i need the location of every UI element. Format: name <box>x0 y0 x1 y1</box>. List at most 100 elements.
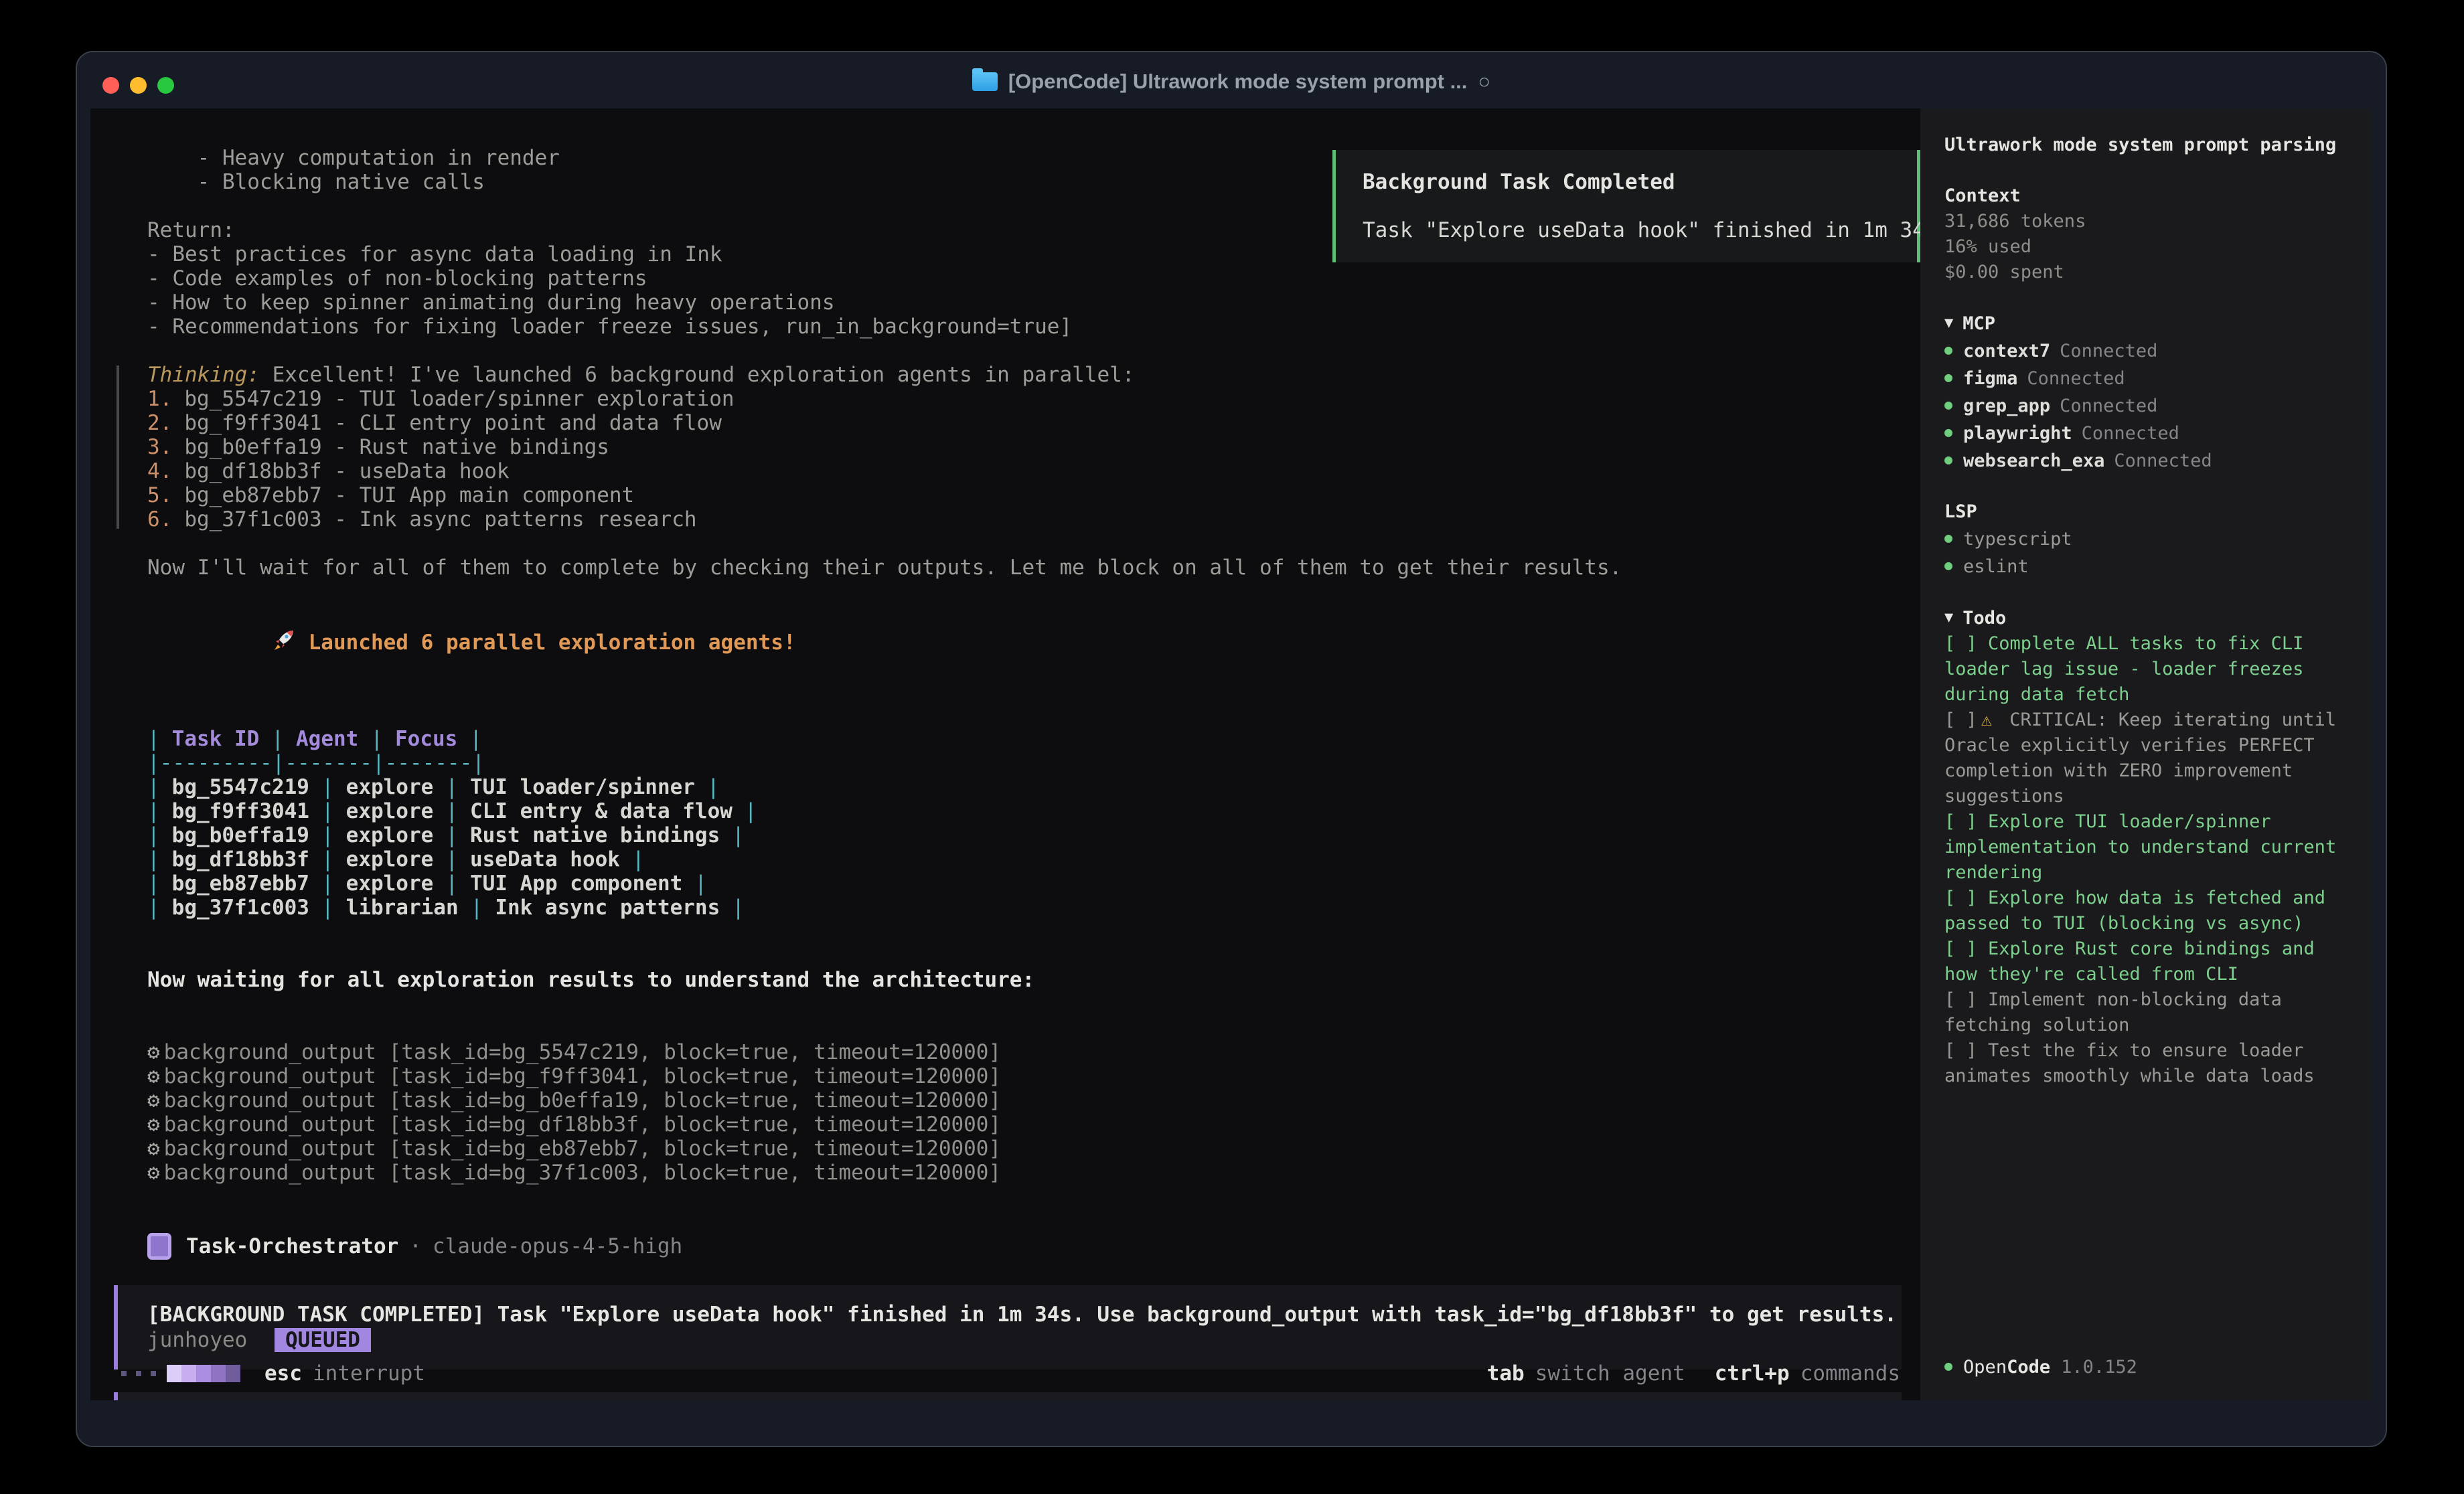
queued-badge: QUEUED <box>275 1328 371 1352</box>
tool-call-line: ⚙background_output [task_id=bg_5547c219,… <box>147 1040 1900 1064</box>
status-dot-icon: ● <box>1944 451 1952 467</box>
background-task-completed-panel: [BACKGROUND TASK COMPLETED] Task "Explor… <box>114 1285 1902 1370</box>
thinking-list-item: 4.bg_df18bb3f - useData hook <box>147 459 1900 483</box>
agent-footer: Task-Orchestrator · claude-opus-4-5-high <box>147 1233 1900 1260</box>
toast-title: Background Task Completed <box>1363 170 1917 194</box>
todo-item: [ ] Implement non-blocking data fetching… <box>1944 987 2347 1038</box>
conversation-scroll-area[interactable]: - Heavy computation in render - Blocking… <box>90 108 1920 1260</box>
launch-headline: Launched 6 parallel exploration agents! <box>147 604 1900 679</box>
mcp-item: ●grep_appConnected <box>1944 392 2347 419</box>
mcp-section: ▼MCP ●context7Connected ●figmaConnected … <box>1944 311 2347 474</box>
todo-section: ▼Todo [ ] Complete ALL tasks to fix CLI … <box>1944 605 2347 1089</box>
warning-icon: ⚠ <box>1981 710 1992 730</box>
lsp-section: LSP ●typescript ●eslint <box>1944 499 2347 580</box>
mcp-item: ●websearch_exaConnected <box>1944 446 2347 474</box>
tab-key-hint: tab <box>1487 1361 1525 1386</box>
rocket-icon <box>273 628 297 652</box>
app-version: 1.0.152 <box>2061 1357 2137 1378</box>
table-header-row: |Task ID|Agent|Focus| <box>147 727 1900 751</box>
status-dot-icon: ● <box>1944 529 1952 546</box>
thinking-label: Thinking: <box>147 363 260 387</box>
table-row: |bg_b0effa19|explore|Rust native binding… <box>147 823 1900 847</box>
table-row: |bg_df18bb3f|explore|useData hook| <box>147 847 1900 872</box>
lsp-item: ●typescript <box>1944 525 2347 552</box>
table-row: |bg_37f1c003|librarian|Ink async pattern… <box>147 896 1900 920</box>
toast-message: Task "Explore useData hook" finished in … <box>1363 218 1917 242</box>
status-dot-icon: ● <box>1944 396 1952 412</box>
chevron-down-icon: ▼ <box>1944 315 1953 331</box>
mcp-item: ●context7Connected <box>1944 337 2347 364</box>
table-separator-row: |---------|-------|-------| <box>147 751 1900 775</box>
agent-name: Task-Orchestrator <box>186 1234 398 1258</box>
todo-item: [ ] Explore how data is fetched and pass… <box>1944 886 2347 936</box>
folder-icon <box>972 72 998 91</box>
status-dot-icon: ● <box>1944 369 1952 385</box>
status-dot-icon: ● <box>1944 424 1952 440</box>
todo-item: [ ] Complete ALL tasks to fix CLI loader… <box>1944 631 2347 708</box>
lsp-heading: LSP <box>1944 499 2347 525</box>
thinking-list-item: 1.bg_5547c219 - TUI loader/spinner explo… <box>147 387 1900 411</box>
mcp-heading[interactable]: ▼MCP <box>1944 311 2347 337</box>
toast-notification[interactable]: Background Task Completed Task "Explore … <box>1332 150 1920 262</box>
tool-call-line: ⚙background_output [task_id=bg_b0effa19,… <box>147 1088 1900 1112</box>
context-heading: Context <box>1944 183 2347 209</box>
brand-code: Code <box>2007 1357 2050 1378</box>
todo-heading[interactable]: ▼Todo <box>1944 605 2347 631</box>
waiting-header: Now waiting for all exploration results … <box>147 968 1900 992</box>
title-spinner-icon: ○ <box>1478 70 1490 94</box>
status-dot-icon: ● <box>1944 1357 1952 1374</box>
gear-icon: ⚙ <box>147 1088 160 1112</box>
agents-table: |Task ID|Agent|Focus| |---------|-------… <box>147 727 1900 920</box>
progress-gradient-icon <box>167 1365 240 1382</box>
completed-message: [BACKGROUND TASK COMPLETED] Task "Explor… <box>147 1303 1902 1327</box>
session-title: Ultrawork mode system prompt parsing <box>1944 133 2347 158</box>
status-dot-icon: ● <box>1944 557 1952 573</box>
todo-item: [ ] Explore TUI loader/spinner implement… <box>1944 809 2347 886</box>
thinking-list-item: 5.bg_eb87ebb7 - TUI App main component <box>147 483 1900 507</box>
window-title: [OpenCode] Ultrawork mode system prompt … <box>1008 70 1468 94</box>
tool-call-line: ⚙background_output [task_id=bg_df18bb3f,… <box>147 1112 1900 1137</box>
table-row: |bg_5547c219|explore|TUI loader/spinner| <box>147 775 1900 799</box>
agent-model: claude-opus-4-5-high <box>433 1234 682 1258</box>
context-section: Context 31,686 tokens 16% used $0.00 spe… <box>1944 183 2347 285</box>
table-row: |bg_f9ff3041|explore|CLI entry & data fl… <box>147 799 1900 823</box>
ctrlp-key-hint: ctrl+p <box>1715 1361 1790 1386</box>
gear-icon: ⚙ <box>147 1112 160 1137</box>
context-used: 16% used <box>1944 234 2347 260</box>
app-window: [OpenCode] Ultrawork mode system prompt … <box>76 51 2387 1447</box>
context-spent: $0.00 spent <box>1944 260 2347 285</box>
todo-item: [ ] Explore Rust core bindings and how t… <box>1944 936 2347 987</box>
table-row: |bg_eb87ebb7|explore|TUI App component| <box>147 872 1900 896</box>
sidebar: Ultrawork mode system prompt parsing Con… <box>1920 108 2372 1400</box>
titlebar: [OpenCode] Ultrawork mode system prompt … <box>77 52 2386 108</box>
thinking-block: Thinking: Excellent! I've launched 6 bac… <box>147 363 1900 531</box>
tool-result-line: - How to keep spinner animating during h… <box>147 290 1900 315</box>
ctrlp-key-label: commands <box>1800 1361 1900 1386</box>
thinking-list-item: 2.bg_f9ff3041 - CLI entry point and data… <box>147 411 1900 435</box>
tool-result-line: - Recommendations for fixing loader free… <box>147 315 1900 339</box>
gear-icon: ⚙ <box>147 1137 160 1161</box>
prompt-input[interactable]: Task-Orchestrator Opus 4.5 High Anthropi… <box>114 1392 1902 1400</box>
terminal-main-panel: - Heavy computation in render - Blocking… <box>90 108 1920 1400</box>
activity-spinner-icon <box>121 1371 156 1376</box>
thinking-list-item: 6.bg_37f1c003 - Ink async patterns resea… <box>147 507 1900 531</box>
status-right-hints: tab switch agent ctrl+p commands <box>1458 1361 1900 1386</box>
tool-call-line: ⚙background_output [task_id=bg_eb87ebb7,… <box>147 1137 1900 1161</box>
gear-icon: ⚙ <box>147 1064 160 1088</box>
mcp-item: ●figmaConnected <box>1944 364 2347 392</box>
esc-key-hint: esc <box>264 1361 302 1386</box>
context-tokens: 31,686 tokens <box>1944 209 2347 234</box>
status-dot-icon: ● <box>1944 341 1952 357</box>
tool-call-line: ⚙background_output [task_id=bg_f9ff3041,… <box>147 1064 1900 1088</box>
thinking-intro: Excellent! I've launched 6 background ex… <box>260 363 1134 387</box>
gear-icon: ⚙ <box>147 1161 160 1185</box>
chevron-down-icon: ▼ <box>1944 609 1953 626</box>
gear-icon: ⚙ <box>147 1040 160 1064</box>
agent-avatar-icon <box>147 1233 171 1260</box>
thinking-list-item: 3.bg_b0effa19 - Rust native bindings <box>147 435 1900 459</box>
status-bar: esc interrupt tab switch agent ctrl+p co… <box>90 1361 1920 1386</box>
todo-item: [ ]⚠ CRITICAL: Keep iterating until Orac… <box>1944 708 2347 809</box>
tab-key-label: switch agent <box>1535 1361 1685 1386</box>
window-title-area: [OpenCode] Ultrawork mode system prompt … <box>77 62 2386 102</box>
app-version-footer: ●OpenCode1.0.152 <box>1944 1353 2137 1380</box>
